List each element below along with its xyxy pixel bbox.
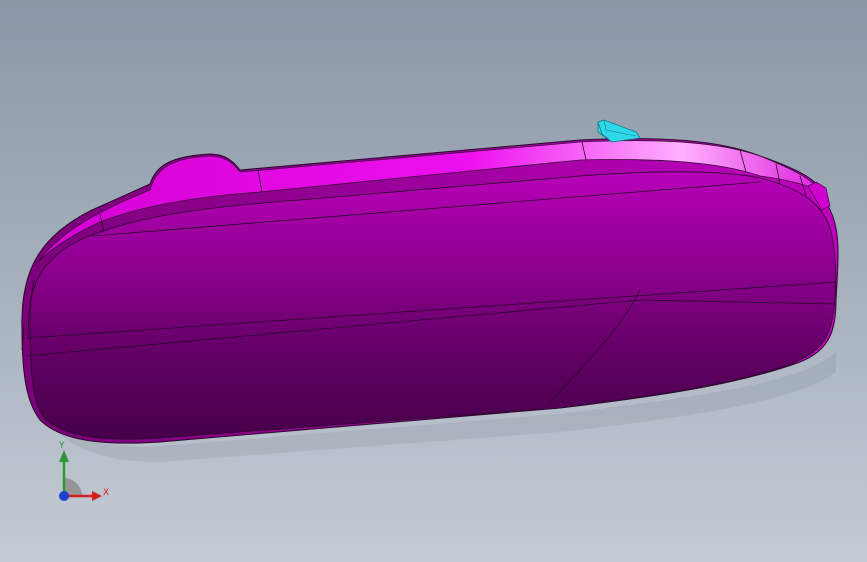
triad-y-label: Y xyxy=(59,441,65,451)
graphics-viewport[interactable]: X Y xyxy=(0,0,867,562)
triad-y-arrow xyxy=(59,450,69,462)
triad-x-arrow xyxy=(92,491,102,501)
triad-x-label: X xyxy=(103,488,110,498)
triad-z-dot xyxy=(59,491,69,501)
part-model[interactable] xyxy=(0,0,867,562)
orientation-triad: X Y xyxy=(50,440,120,510)
